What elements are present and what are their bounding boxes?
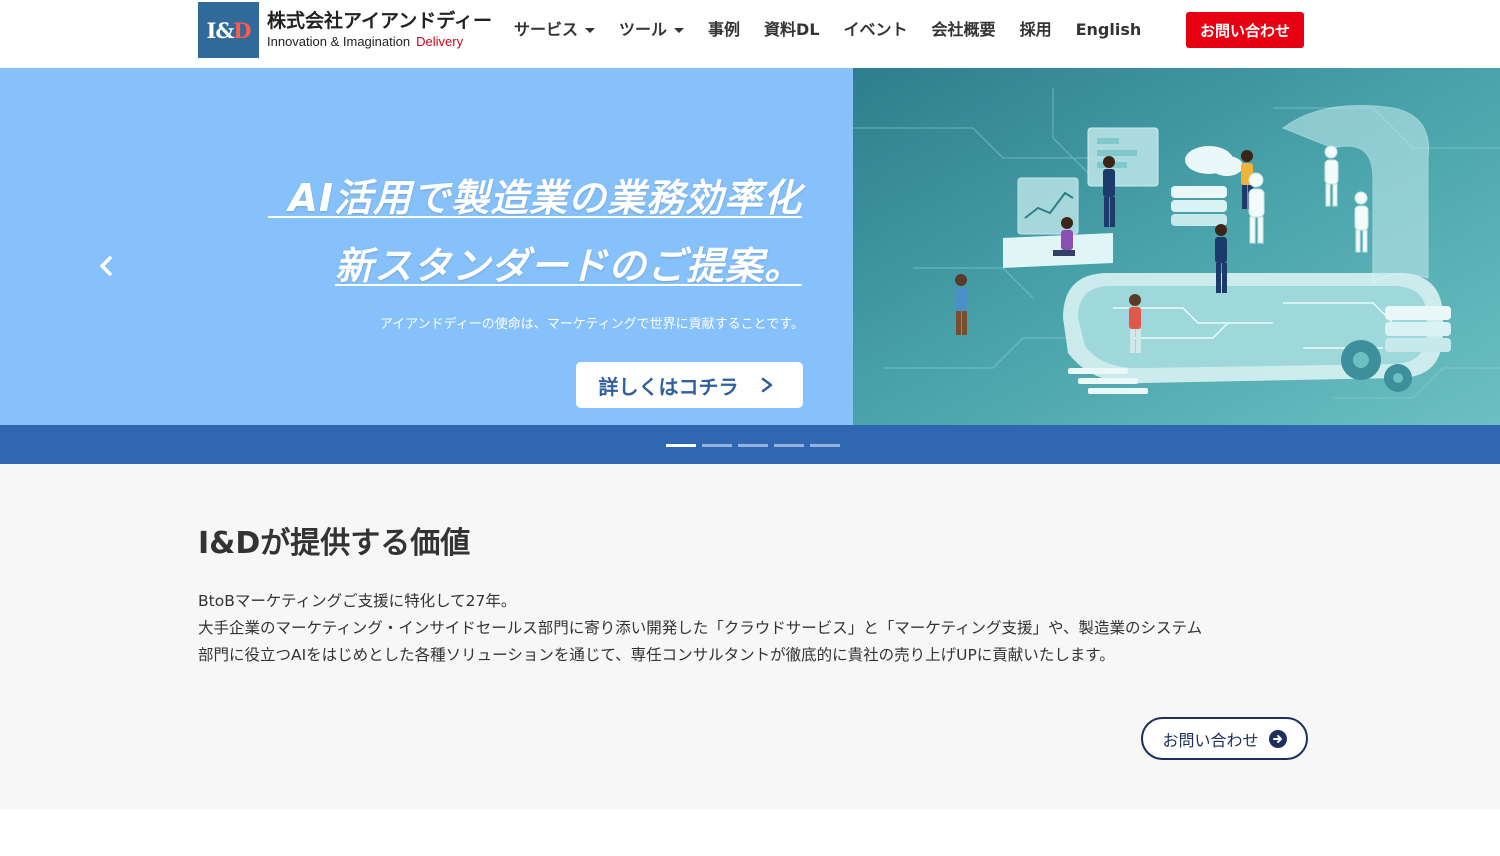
carousel-indicator[interactable] (702, 444, 732, 447)
nav-item-label: 事例 (708, 20, 741, 39)
carousel-indicator-bar (0, 425, 1500, 464)
hero-details-label: 詳しくはコチラ (598, 374, 739, 399)
nav-item-label: ツール (619, 20, 668, 39)
carousel-indicator[interactable] (666, 444, 696, 447)
site-logo[interactable]: I&D 株式会社アイアンドディー Innovation & Imaginatio… (198, 2, 492, 58)
section-body: BtoBマーケティングご支援に特化して27年。 大手企業のマーケティング・インサ… (198, 588, 1308, 669)
hero-headline-2: 新スタンダードのご提案。 (335, 244, 804, 288)
nav-item-english[interactable]: English (1076, 18, 1142, 42)
hero-headline-1: AI活用で製造業の業務効率化 (288, 176, 802, 220)
caret-down-icon (674, 27, 685, 33)
tagline-accent: Delivery (416, 34, 464, 49)
chevron-left-icon (100, 256, 112, 276)
body-line: 大手企業のマーケティング・インサイドセールス部門に寄り添い開発した「クラウドサー… (198, 619, 1203, 637)
tagline-text: Innovation & Imagination (267, 34, 411, 49)
site-header: I&D 株式会社アイアンドディー Innovation & Imaginatio… (0, 0, 1500, 68)
section-contact-label: お問い合わせ (1162, 730, 1259, 750)
main-nav: サービス ツール 事例 資料DL イベント 会社概要 採用 English (514, 18, 1165, 42)
body-line: 部門に役立つAIをはじめとした各種ソリューションを通じて、専任コンサルタントが徹… (198, 646, 1115, 664)
nav-item-tools[interactable]: ツール (619, 18, 685, 42)
company-tagline: Innovation & Imagination Delivery (267, 33, 492, 51)
nav-item-recruit[interactable]: 採用 (1020, 18, 1052, 42)
arrow-circle-right-icon (1268, 729, 1287, 748)
carousel-indicator[interactable] (738, 444, 768, 447)
body-line: BtoBマーケティングご支援に特化して27年。 (198, 592, 517, 610)
caret-down-icon (585, 27, 596, 33)
hero-carousel: AI活用で製造業の業務効率化 新スタンダードのご提案。 アイアンドディーの使命は… (0, 68, 1500, 425)
nav-item-label: サービス (514, 20, 579, 39)
carousel-indicator[interactable] (810, 444, 840, 447)
hero-underline-2 (335, 284, 802, 286)
nav-item-company[interactable]: 会社概要 (932, 18, 996, 42)
nav-item-events[interactable]: イベント (844, 18, 908, 42)
nav-item-label: イベント (843, 20, 908, 39)
logo-mark-text: I&D (206, 17, 251, 43)
hero-details-button[interactable]: 詳しくはコチラ (576, 362, 803, 408)
nav-item-cases[interactable]: 事例 (708, 18, 740, 42)
value-section: I&Dが提供する価値 BtoBマーケティングご支援に特化して27年。 大手企業の… (0, 464, 1500, 809)
hero-illustration (853, 68, 1500, 425)
section-contact-button[interactable]: お問い合わせ (1141, 717, 1308, 760)
company-name: 株式会社アイアンドディー (267, 10, 492, 32)
nav-item-label: 会社概要 (931, 20, 996, 39)
header-contact-button[interactable]: お問い合わせ (1186, 12, 1304, 48)
nav-item-services[interactable]: サービス (514, 18, 596, 42)
nav-item-label: English (1075, 20, 1142, 39)
section-title: I&Dが提供する価値 (198, 526, 471, 561)
nav-item-label: 採用 (1019, 20, 1052, 39)
carousel-indicators (666, 444, 846, 447)
logo-text: 株式会社アイアンドディー Innovation & Imagination Del… (267, 9, 492, 51)
logo-mark: I&D (198, 2, 259, 58)
hero-underline-1 (268, 216, 802, 218)
nav-item-downloads[interactable]: 資料DL (764, 18, 819, 42)
carousel-indicator[interactable] (774, 444, 804, 447)
nav-item-label: 資料DL (764, 20, 820, 39)
chevron-right-icon (761, 377, 772, 393)
carousel-prev-button[interactable] (96, 254, 116, 278)
hero-subtext: アイアンドディーの使命は、マーケティングで世界に貢献することです。 (379, 317, 804, 332)
